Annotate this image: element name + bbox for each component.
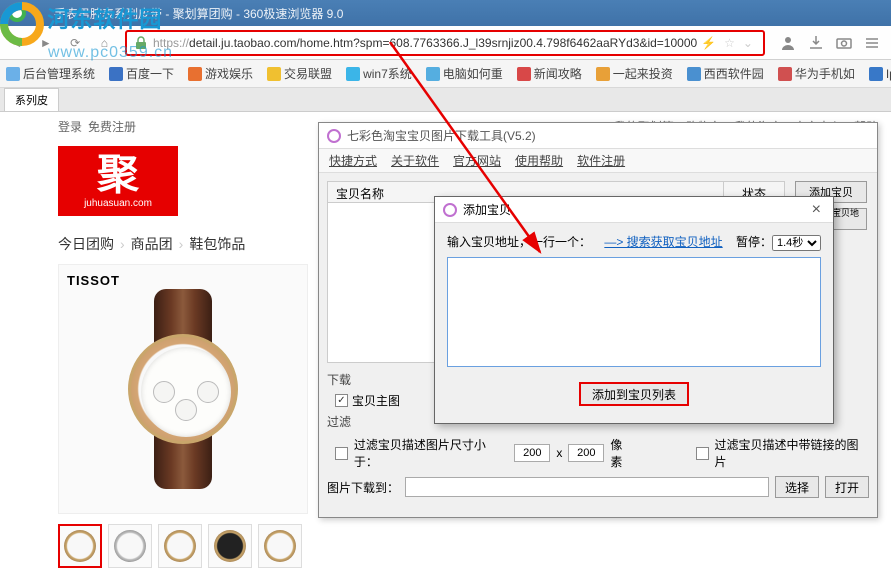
tool-titlebar[interactable]: 七彩色淘宝宝贝图片下载工具(V5.2) xyxy=(319,123,877,149)
path-input[interactable] xyxy=(405,477,769,497)
address-bar[interactable]: https://detail.ju.taobao.com/home.htm?sp… xyxy=(125,30,765,56)
size-filter-checkbox[interactable] xyxy=(335,447,348,460)
tool-tab[interactable]: 关于软件 xyxy=(391,152,439,169)
ju-logo-sub: juhuasuan.com xyxy=(84,198,152,209)
tool-tab[interactable]: 快捷方式 xyxy=(329,152,377,169)
window-title: 手表男腕表系列皮带 - 聚划算团购 - 360极速浏览器 9.0 xyxy=(54,5,343,22)
height-input[interactable] xyxy=(568,444,604,462)
bookmark-item[interactable]: 交易联盟 xyxy=(267,65,332,82)
url-textarea[interactable] xyxy=(447,257,821,367)
size-filter-label: 过滤宝贝描述图片尺寸小于： xyxy=(354,436,508,470)
browser-tabbar: 系列皮 xyxy=(0,88,891,112)
tool-tabs: 快捷方式 关于软件 官方网站 使用帮助 软件注册 xyxy=(319,149,877,173)
add-dialog: 添加宝贝 × 输入宝贝地址，一行一个： —> 搜索获取宝贝地址 暂停：1.4秒 … xyxy=(434,196,834,424)
bookmarks-bar: 后台管理系统 百度一下 游戏娱乐 交易联盟 win7系统 电脑如何重 新闻攻略 … xyxy=(0,60,891,88)
menu-icon[interactable] xyxy=(863,34,881,52)
breadcrumb-item[interactable]: 鞋包饰品 xyxy=(189,236,245,252)
bookmark-item[interactable]: win7系统 xyxy=(346,65,412,82)
add-dialog-title: 添加宝贝 xyxy=(463,201,511,218)
main-image-checkbox[interactable]: ✓ xyxy=(335,394,348,407)
add-dialog-icon xyxy=(443,203,457,217)
bookmark-item[interactable]: 华为手机如 xyxy=(778,65,855,82)
thumbnail[interactable] xyxy=(108,524,152,568)
ju-logo-char: 聚 xyxy=(97,154,139,196)
width-input[interactable] xyxy=(514,444,550,462)
thumbnail[interactable] xyxy=(208,524,252,568)
tool-tab[interactable]: 软件注册 xyxy=(577,152,625,169)
pause-control: 暂停：1.4秒 xyxy=(736,233,821,251)
product-thumbnails xyxy=(58,524,310,568)
pause-select[interactable]: 1.4秒 xyxy=(772,235,821,251)
tool-title-text: 七彩色淘宝宝贝图片下载工具(V5.2) xyxy=(347,127,536,144)
breadcrumb-item[interactable]: 商品团 xyxy=(131,236,173,252)
dropdown-icon[interactable]: ⌄ xyxy=(743,36,753,50)
main-image-label: 宝贝主图 xyxy=(352,392,400,409)
thumbnail[interactable] xyxy=(258,524,302,568)
tool-app-icon xyxy=(327,129,341,143)
browser-tab[interactable]: 系列皮 xyxy=(4,88,59,111)
login-link[interactable]: 登录 xyxy=(58,118,82,135)
tool-tab[interactable]: 官方网站 xyxy=(453,152,501,169)
register-link[interactable]: 免费注册 xyxy=(88,118,136,135)
back-button[interactable]: ◄ xyxy=(4,30,29,56)
select-path-button[interactable]: 选择 xyxy=(775,476,819,498)
bookmark-item[interactable]: 后台管理系统 xyxy=(6,65,95,82)
favorite-icon[interactable]: ☆ xyxy=(724,36,735,50)
bookmark-item[interactable]: 电脑如何重 xyxy=(426,65,503,82)
watch-illustration xyxy=(83,279,283,499)
tool-tab[interactable]: 使用帮助 xyxy=(515,152,563,169)
ju-logo[interactable]: 聚 juhuasuan.com xyxy=(58,146,178,216)
bookmark-item[interactable]: 百度一下 xyxy=(109,65,174,82)
bookmark-item[interactable]: 游戏娱乐 xyxy=(188,65,253,82)
path-label: 图片下载到： xyxy=(327,479,399,496)
pixel-label: 像素 xyxy=(610,436,634,470)
input-label: 输入宝贝地址，一行一个： xyxy=(447,233,591,251)
search-link[interactable]: —> 搜索获取宝贝地址 xyxy=(604,233,722,251)
add-to-list-button[interactable]: 添加到宝贝列表 xyxy=(579,382,689,406)
browser-toolbar: ◄ ► ⟳ ⌂ https://detail.ju.taobao.com/hom… xyxy=(0,26,891,60)
thumbnail[interactable] xyxy=(58,524,102,568)
lock-icon xyxy=(133,35,149,51)
add-dialog-titlebar[interactable]: 添加宝贝 × xyxy=(435,197,833,223)
breadcrumb: 今日团购›商品团›鞋包饰品 xyxy=(58,234,310,254)
toolbar-actions xyxy=(773,34,887,52)
bookmark-item[interactable]: 新闻攻略 xyxy=(517,65,582,82)
capture-icon[interactable] xyxy=(835,34,853,52)
bookmark-item[interactable]: 一起来投资 xyxy=(596,65,673,82)
browser-titlebar: 手表男腕表系列皮带 - 聚划算团购 - 360极速浏览器 9.0 xyxy=(0,0,891,26)
bookmark-item[interactable]: 西西软件园 xyxy=(687,65,764,82)
open-path-button[interactable]: 打开 xyxy=(825,476,869,498)
breadcrumb-item[interactable]: 今日团购 xyxy=(58,236,114,252)
link-filter-checkbox[interactable] xyxy=(696,447,709,460)
account-icon[interactable] xyxy=(779,34,797,52)
download-icon[interactable] xyxy=(807,34,825,52)
reload-button[interactable]: ⟳ xyxy=(63,30,88,56)
bookmark-item[interactable]: Iphone教 xyxy=(869,65,891,82)
home-button[interactable]: ⌂ xyxy=(92,30,117,56)
thumbnail[interactable] xyxy=(158,524,202,568)
product-image[interactable]: TISSOT xyxy=(58,264,308,514)
close-button[interactable]: × xyxy=(808,201,825,219)
link-filter-label: 过滤宝贝描述中带链接的图片 xyxy=(715,436,869,470)
browser-logo-icon xyxy=(6,2,46,24)
forward-button[interactable]: ► xyxy=(33,30,58,56)
lightning-icon[interactable]: ⚡ xyxy=(701,36,716,50)
url-text: https://detail.ju.taobao.com/home.htm?sp… xyxy=(153,36,697,50)
